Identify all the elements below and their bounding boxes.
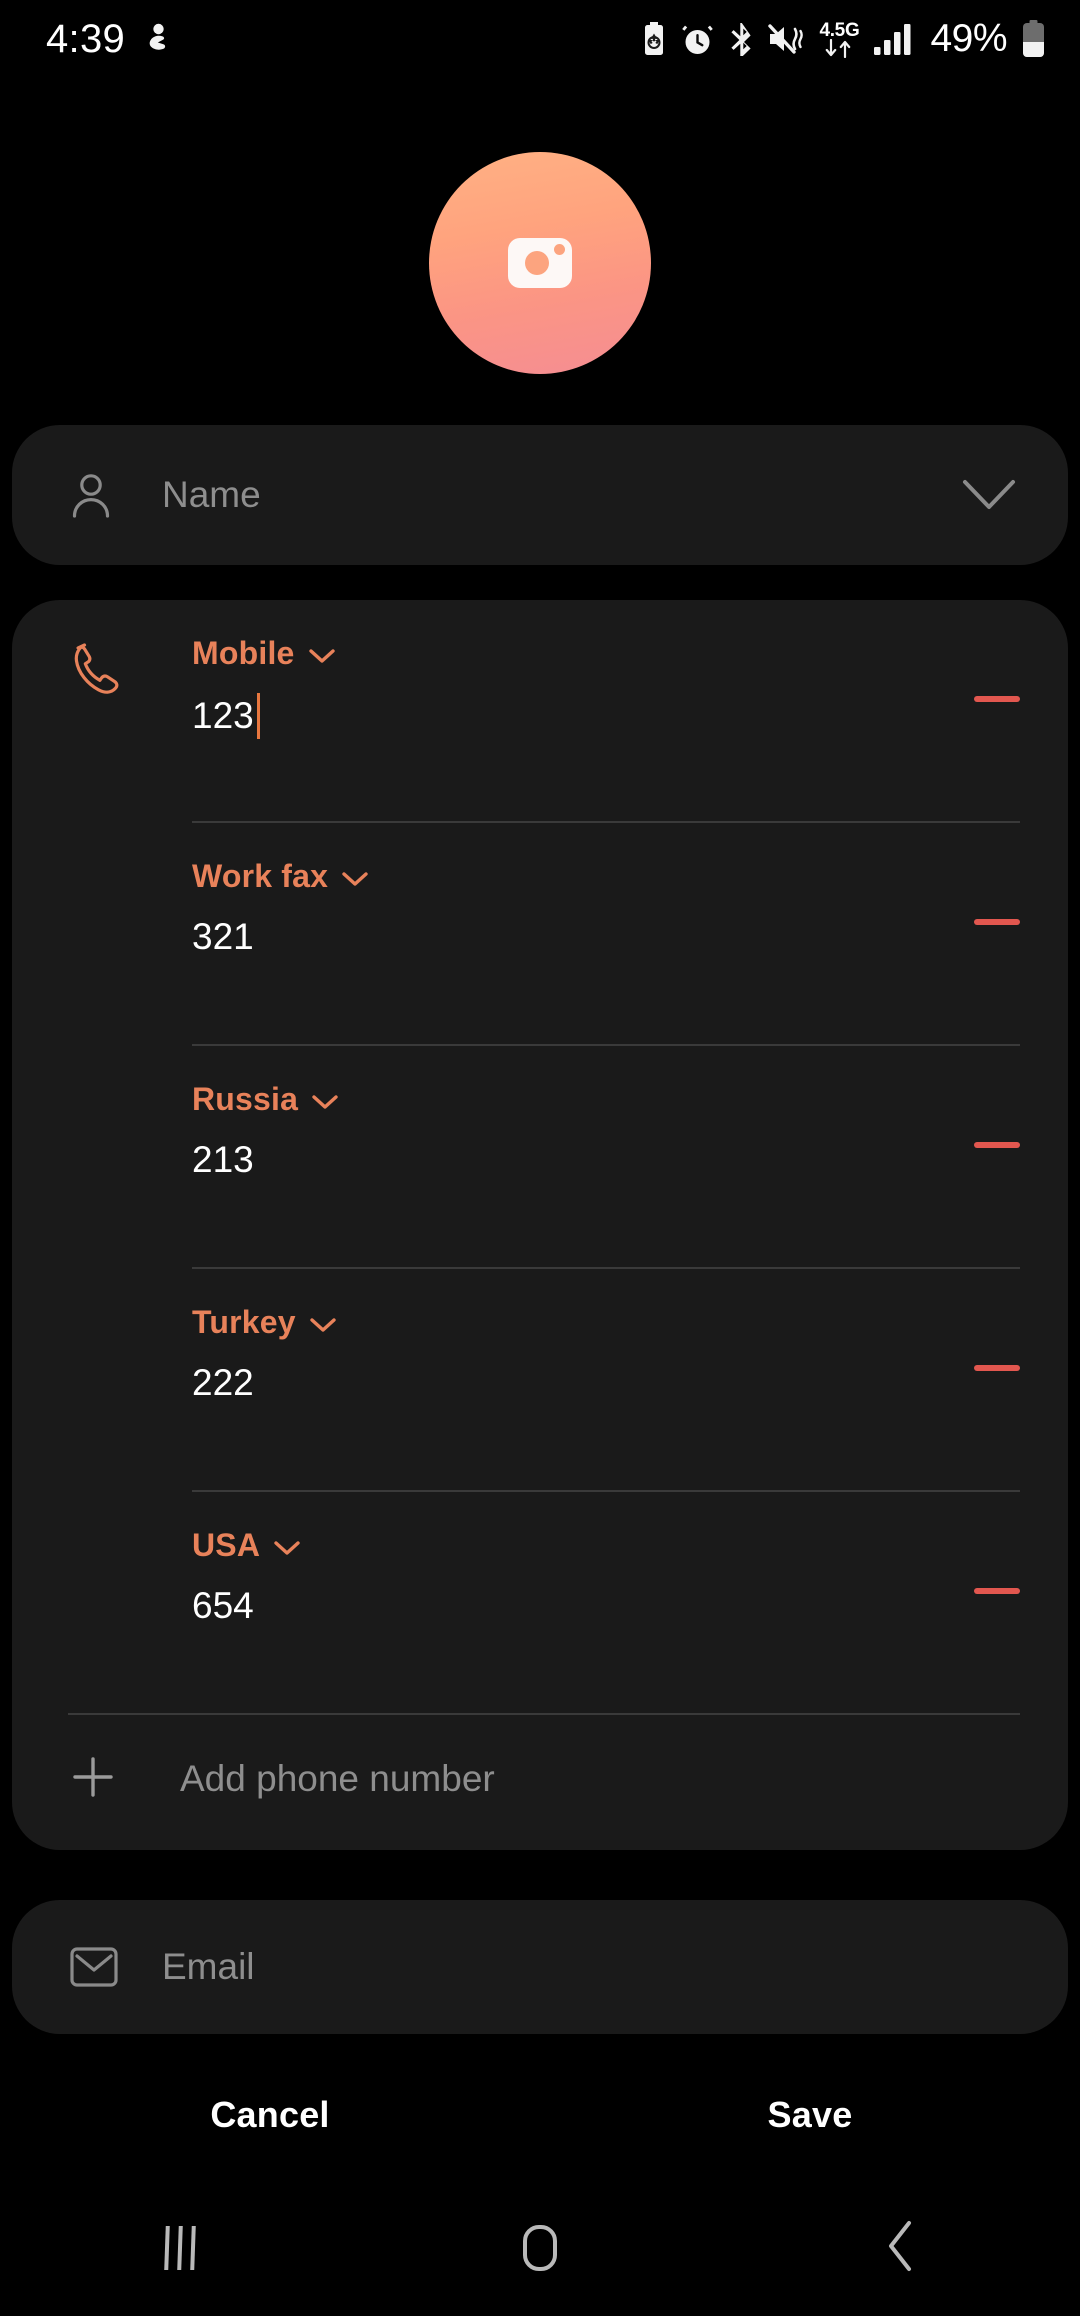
phone-number-input[interactable]: 222 bbox=[192, 1362, 254, 1404]
email-field-card[interactable]: Email bbox=[12, 1900, 1068, 2034]
system-nav-bar bbox=[0, 2180, 1080, 2316]
add-phone-number-button[interactable]: Add phone number bbox=[12, 1715, 1068, 1843]
phone-number-input[interactable]: 654 bbox=[192, 1585, 254, 1627]
status-bar-right: 4.5G 49% bbox=[641, 17, 1046, 61]
chevron-down-icon bbox=[274, 1527, 300, 1564]
email-input[interactable]: Email bbox=[126, 1946, 1016, 1988]
phone-number-value: 222 bbox=[192, 1362, 254, 1403]
envelope-icon bbox=[70, 1947, 126, 1987]
phone-type-selector[interactable]: USA bbox=[192, 1527, 300, 1564]
phone-number-value: 321 bbox=[192, 916, 254, 957]
phone-type-selector[interactable]: Russia bbox=[192, 1081, 338, 1118]
person-icon bbox=[70, 472, 126, 518]
save-button[interactable]: Save bbox=[540, 2060, 1080, 2170]
phone-number-input[interactable]: 213 bbox=[192, 1139, 254, 1181]
home-button[interactable] bbox=[450, 2180, 630, 2316]
battery-percent-label: 49% bbox=[930, 17, 1007, 60]
status-clock: 4:39 bbox=[46, 16, 126, 61]
back-icon bbox=[883, 2220, 917, 2277]
chevron-down-icon bbox=[342, 858, 368, 895]
chevron-down-icon[interactable] bbox=[962, 479, 1016, 511]
chevron-down-icon bbox=[308, 635, 335, 672]
phone-number-input[interactable]: 321 bbox=[192, 916, 254, 958]
remove-phone-button[interactable] bbox=[974, 1588, 1020, 1594]
phone-section-card: Mobile 123 Work fax 321 Russia 213 Turke… bbox=[12, 600, 1068, 1850]
remove-phone-button[interactable] bbox=[974, 1365, 1020, 1371]
text-cursor bbox=[256, 693, 260, 739]
phone-row: Turkey 222 bbox=[12, 1269, 1068, 1492]
remove-phone-button[interactable] bbox=[974, 919, 1020, 925]
battery-icon bbox=[1021, 20, 1046, 58]
home-icon bbox=[523, 2225, 557, 2271]
phone-type-label: USA bbox=[192, 1527, 261, 1563]
add-phone-number-label: Add phone number bbox=[180, 1758, 495, 1799]
mute-vibrate-icon bbox=[768, 24, 804, 54]
phone-type-label: Work fax bbox=[192, 858, 329, 894]
chevron-down-icon bbox=[310, 1304, 336, 1341]
phone-number-value: 654 bbox=[192, 1585, 254, 1626]
phone-number-input[interactable]: 123 bbox=[192, 693, 260, 739]
phone-row: USA 654 bbox=[12, 1492, 1068, 1715]
phone-type-label: Mobile bbox=[192, 635, 295, 671]
chevron-down-icon bbox=[312, 1081, 338, 1118]
phone-row: Work fax 321 bbox=[12, 823, 1068, 1046]
phone-type-label: Russia bbox=[192, 1081, 299, 1117]
action-bar: Cancel Save bbox=[0, 2060, 1080, 2170]
camera-icon bbox=[508, 238, 572, 288]
cancel-button[interactable]: Cancel bbox=[0, 2060, 540, 2170]
recents-icon bbox=[164, 2226, 196, 2270]
avatar-container bbox=[0, 152, 1080, 374]
person-activity-icon bbox=[143, 22, 173, 56]
phone-number-value: 123 bbox=[192, 695, 254, 736]
mobile-data-icon: 4.5G bbox=[819, 21, 860, 58]
remove-phone-button[interactable] bbox=[974, 696, 1020, 702]
recents-button[interactable] bbox=[90, 2180, 270, 2316]
phone-handset-icon bbox=[70, 642, 124, 703]
contact-photo-button[interactable] bbox=[429, 152, 651, 374]
alarm-icon bbox=[681, 23, 714, 56]
battery-saver-icon bbox=[641, 22, 667, 56]
phone-number-value: 213 bbox=[192, 1139, 254, 1180]
phone-type-selector[interactable]: Mobile bbox=[192, 635, 335, 672]
name-field-card[interactable]: Name bbox=[12, 425, 1068, 565]
name-input[interactable]: Name bbox=[126, 474, 962, 516]
phone-row: Mobile 123 bbox=[12, 600, 1068, 823]
status-bar: 4:39 4.5G 49% bbox=[0, 0, 1080, 78]
phone-row: Russia 213 bbox=[12, 1046, 1068, 1269]
back-button[interactable] bbox=[810, 2180, 990, 2316]
status-bar-left: 4:39 bbox=[46, 17, 173, 62]
plus-icon bbox=[70, 1754, 116, 1805]
signal-bars-icon bbox=[874, 23, 912, 55]
remove-phone-button[interactable] bbox=[974, 1142, 1020, 1148]
bluetooth-icon bbox=[728, 22, 754, 56]
phone-type-selector[interactable]: Turkey bbox=[192, 1304, 336, 1341]
phone-type-label: Turkey bbox=[192, 1304, 296, 1340]
phone-type-selector[interactable]: Work fax bbox=[192, 858, 368, 895]
